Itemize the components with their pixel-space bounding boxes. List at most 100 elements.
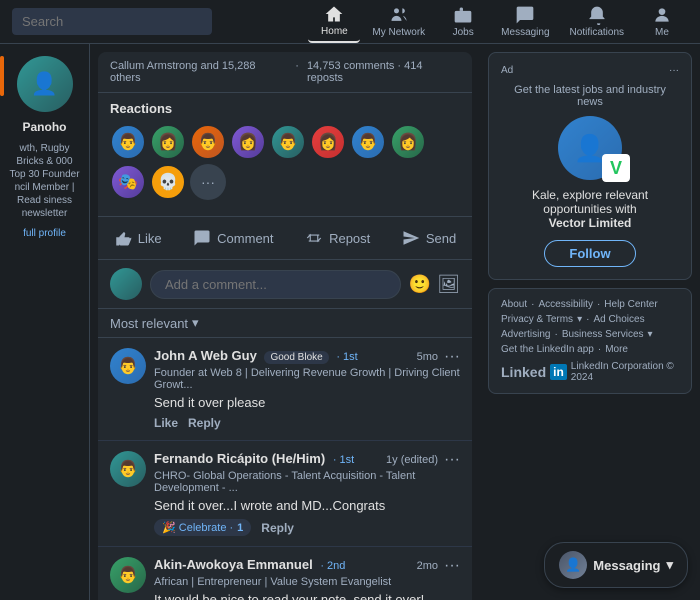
comment-avatar-1: 👨	[110, 348, 146, 384]
comment-text-3: It would be nice to read your note, send…	[154, 592, 460, 600]
like-button[interactable]: Like	[102, 221, 174, 255]
comment-name-3: Akin-Awokoya Emmanuel	[154, 557, 313, 572]
comment-like-1[interactable]: Like	[154, 416, 178, 430]
ad-company-logo-container: 👤 V	[558, 116, 622, 180]
nav-messaging[interactable]: Messaging	[493, 1, 557, 42]
sort-chevron-icon: ▾	[192, 315, 199, 331]
comment-meta-3: 2mo ···	[417, 557, 460, 575]
post-reactors: Callum Armstrong and 15,288 others	[110, 60, 287, 84]
reaction-avatar-7[interactable]: 👨	[350, 124, 386, 160]
footer-links: About · Accessibility · Help Center Priv…	[488, 288, 692, 394]
reaction-avatar-2[interactable]: 👩	[150, 124, 186, 160]
comment-actions-2: 🎉 Celebrate · 1 Reply	[154, 519, 460, 536]
reaction-avatar-6[interactable]: 👩	[310, 124, 346, 160]
orange-accent-bar	[0, 56, 4, 96]
like-label: Like	[138, 231, 162, 246]
comment-button[interactable]: Comment	[181, 221, 285, 255]
comment-name-1: John A Web Guy	[154, 348, 257, 363]
nav-home-label: Home	[321, 26, 348, 37]
reaction-avatar-skull[interactable]: 💀	[150, 164, 186, 200]
messaging-label: Messaging	[593, 558, 660, 573]
post-stats: 14,753 comments · 414 reposts	[307, 60, 460, 84]
ad-headline: Get the latest jobs and industry news	[501, 84, 679, 108]
reaction-avatar-1[interactable]: 👨	[110, 124, 146, 160]
comment-name-area-1: John A Web Guy Good Bloke · 1st	[154, 348, 358, 363]
nav-icons: Home My Network Jobs Messaging Notificat…	[308, 0, 688, 43]
comment-label: Comment	[217, 231, 273, 246]
follow-button[interactable]: Follow	[544, 240, 635, 267]
comment-more-3[interactable]: ···	[444, 557, 460, 575]
ad-cta: Kale, explore relevant opportunities wit…	[532, 188, 648, 216]
footer-link-privacy[interactable]: Privacy & Terms	[501, 314, 573, 325]
ad-label: Ad ···	[501, 65, 679, 76]
sidebar-avatar[interactable]: 👤	[17, 56, 73, 112]
footer-link-advertising[interactable]: Advertising	[501, 329, 550, 340]
main-content: 👤 Panoho wth, Rugby Bricks & 000 Top 30 …	[0, 44, 700, 600]
comment-input-icons: 🙂 🖼	[409, 274, 460, 295]
ad-company-logo-badge: V	[602, 154, 630, 182]
repost-button[interactable]: Repost	[293, 221, 382, 255]
comment-more-2[interactable]: ···	[444, 451, 460, 469]
comment-time-1: 5mo	[417, 351, 438, 363]
comment-avatar-3: 👨	[110, 557, 146, 593]
nav-home[interactable]: Home	[308, 0, 360, 43]
footer-link-business[interactable]: Business Services	[562, 329, 644, 340]
send-button[interactable]: Send	[390, 221, 468, 255]
full-profile-link[interactable]: full profile	[23, 228, 66, 239]
linkedin-logo-in: in	[550, 364, 567, 380]
nav-notifications[interactable]: Notifications	[562, 1, 632, 42]
reaction-avatar-8[interactable]: 👩	[390, 124, 426, 160]
feed-area: Callum Armstrong and 15,288 others · 14,…	[90, 44, 480, 600]
reaction-more-btn[interactable]: ···	[190, 164, 226, 200]
reactions-title: Reactions	[110, 101, 460, 116]
comment-body-1: John A Web Guy Good Bloke · 1st 5mo ··· …	[154, 348, 460, 430]
comment-item-1: 👨 John A Web Guy Good Bloke · 1st 5mo ··…	[98, 338, 472, 441]
messaging-button[interactable]: 👤 Messaging ▾	[544, 542, 688, 588]
footer-link-adchoices[interactable]: Ad Choices	[593, 314, 644, 325]
nav-network-label: My Network	[372, 27, 425, 38]
messaging-chevron-icon: ▾	[666, 557, 673, 573]
comment-name-area-3: Akin-Awokoya Emmanuel · 2nd	[154, 557, 345, 572]
nav-me[interactable]: Me	[636, 1, 688, 42]
footer-link-row-1: About · Accessibility · Help Center	[501, 299, 679, 310]
comment-text-1: Send it over please	[154, 395, 460, 410]
send-label: Send	[426, 231, 456, 246]
sort-bar[interactable]: Most relevant ▾	[98, 309, 472, 338]
reaction-avatar-4[interactable]: 👩	[230, 124, 266, 160]
nav-network[interactable]: My Network	[364, 1, 433, 42]
nav-jobs-label: Jobs	[453, 27, 474, 38]
reaction-avatar-5[interactable]: 👨	[270, 124, 306, 160]
footer-link-help[interactable]: Help Center	[604, 299, 657, 310]
comment-more-1[interactable]: ···	[444, 348, 460, 366]
footer-link-more[interactable]: More	[605, 344, 628, 355]
comment-text-2: Send it over...I wrote and MD...Congrats	[154, 498, 460, 513]
footer-link-accessibility[interactable]: Accessibility	[538, 299, 592, 310]
action-bar: Like Comment Repost Send	[98, 216, 472, 260]
footer-link-about[interactable]: About	[501, 299, 527, 310]
reactions-section: Reactions 👨 👩 👨 👩 👨 👩 👨 👩 🎭 💀 ···	[98, 93, 472, 216]
emoji-icon[interactable]: 🙂	[409, 274, 431, 295]
nav-bar: Home My Network Jobs Messaging Notificat…	[0, 0, 700, 44]
reaction-avatars: 👨 👩 👨 👩 👨 👩 👨 👩 🎭 💀 ···	[110, 124, 460, 200]
nav-jobs[interactable]: Jobs	[437, 1, 489, 42]
reaction-avatar-3[interactable]: 👨	[190, 124, 226, 160]
footer-link-app[interactable]: Get the LinkedIn app	[501, 344, 594, 355]
search-input[interactable]	[12, 8, 212, 35]
comment-reply-2[interactable]: Reply	[261, 521, 294, 535]
comment-time-3: 2mo	[417, 560, 438, 572]
sidebar-name: Panoho	[23, 120, 67, 134]
left-sidebar: 👤 Panoho wth, Rugby Bricks & 000 Top 30 …	[0, 44, 90, 600]
comment-reply-1[interactable]: Reply	[188, 416, 221, 430]
ad-text: Kale, explore relevant opportunities wit…	[501, 188, 679, 230]
comment-degree-1: · 1st	[336, 351, 357, 363]
image-icon[interactable]: 🖼	[437, 274, 460, 295]
comment-header-1: John A Web Guy Good Bloke · 1st 5mo ···	[154, 348, 460, 366]
ad-menu-icon[interactable]: ···	[669, 65, 679, 76]
copyright-text: LinkedIn Corporation © 2024	[571, 361, 679, 383]
comment-input[interactable]	[150, 270, 401, 299]
comment-name-area-2: Fernando Ricápito (He/Him) · 1st	[154, 451, 354, 466]
footer-link-row-2: Privacy & Terms ▾ · Ad Choices	[501, 314, 679, 325]
reaction-avatar-9[interactable]: 🎭	[110, 164, 146, 200]
comment-item-3: 👨 Akin-Awokoya Emmanuel · 2nd 2mo ··· Af…	[98, 547, 472, 600]
comment-avatar-2: 👨	[110, 451, 146, 487]
